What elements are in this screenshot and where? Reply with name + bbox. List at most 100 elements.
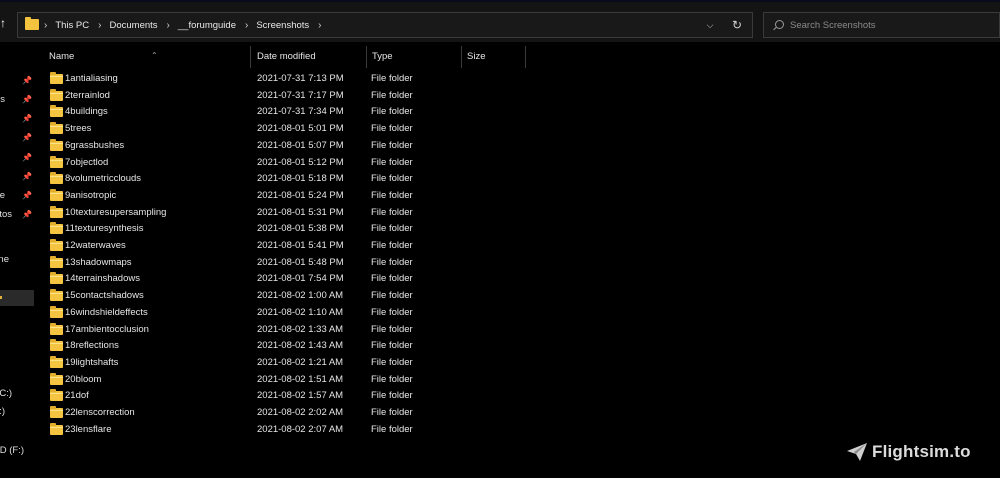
file-name: 19lightshafts [65, 356, 119, 368]
column-header-date[interactable]: Date modified [251, 46, 366, 68]
nav-item-label: ID (F:) [0, 445, 24, 456]
file-row[interactable]: 23lensflare 2021-08-02 2:07 AM File folder [36, 422, 1000, 439]
nav-item-5[interactable]: 📌 [0, 150, 34, 166]
file-date-modified: 2021-08-02 1:43 AM [257, 340, 344, 352]
file-row[interactable]: 1antialiasing 2021-07-31 7:13 PM File fold… [36, 71, 1000, 88]
file-name: 9anisotropic [65, 189, 117, 201]
breadcrumb-documents[interactable]: Documents [109, 20, 157, 31]
column-header-type[interactable]: Type [366, 46, 461, 68]
folder-icon [50, 305, 63, 318]
file-row[interactable]: 22lenscorrection 2021-08-02 2:02 AM File f… [36, 405, 1000, 422]
column-header-label: Size [467, 51, 486, 62]
file-date-modified: 2021-07-31 7:13 PM [257, 73, 344, 84]
file-name: 5trees [65, 123, 92, 135]
folder-icon [50, 205, 63, 218]
file-type: File folder [371, 106, 413, 118]
file-type: File folder [371, 306, 413, 318]
nav-item-drive-d[interactable]: :) [0, 404, 34, 420]
navigation-pane: 📌 s📌 📌 📌 📌 📌 e📌 tos📌 ne C:) :) ID (F:) [0, 42, 36, 478]
nav-item-onedrive[interactable]: ne [0, 252, 34, 268]
file-row[interactable]: 21dof 2021-08-02 1:57 AM File folder [36, 388, 1000, 405]
file-name: 13shadowmaps [65, 256, 132, 268]
pin-icon: 📌 [22, 191, 32, 200]
chevron-down-icon[interactable]: ⌵ [704, 18, 716, 32]
chevron-right-icon[interactable]: › [44, 20, 47, 31]
pin-icon: 📌 [22, 172, 32, 181]
chevron-right-icon[interactable]: › [167, 20, 170, 31]
nav-item-label: tos [0, 209, 12, 220]
chevron-right-icon[interactable]: › [245, 20, 248, 31]
breadcrumb-this-pc[interactable]: This PC [55, 20, 89, 31]
file-row[interactable]: 11texturesynthesis 2021-08-01 5:38 PM File… [36, 221, 1000, 238]
file-row[interactable]: 7objectlod 2021-08-01 5:12 PM File folder [36, 155, 1000, 172]
file-row[interactable]: 6grassbushes 2021-08-01 5:07 PM File folde… [36, 138, 1000, 155]
file-row[interactable]: 16windshieldeffects 2021-08-02 1:10 AM Fil… [36, 305, 1000, 322]
file-date-modified: 2021-08-02 1:00 AM [257, 290, 344, 302]
nav-item-drive-c[interactable]: C:) [0, 386, 34, 402]
file-date-modified: 2021-08-01 5:07 PM [257, 139, 344, 151]
sort-ascending-icon: ⌃ [151, 51, 158, 60]
file-row[interactable]: 12waterwaves 2021-08-01 5:41 PM File folde… [36, 238, 1000, 255]
file-name: 8volumetricclouds [65, 173, 142, 185]
chevron-right-icon[interactable]: › [318, 20, 321, 31]
file-row[interactable]: 14terrainshadows 2021-08-01 7:54 PM File f… [36, 271, 1000, 288]
file-type: File folder [371, 273, 413, 285]
file-name: 6grassbushes [65, 139, 125, 151]
folder-icon [50, 222, 63, 235]
flightsim-watermark: Flightsim.to [846, 441, 971, 463]
nav-item-this-pc[interactable] [0, 290, 34, 306]
file-date-modified: 2021-08-01 7:54 PM [257, 273, 344, 285]
file-type: File folder [371, 123, 413, 135]
file-date-modified: 2021-08-02 1:51 AM [257, 373, 344, 385]
refresh-icon[interactable]: ↻ [730, 17, 744, 33]
file-date-modified: 2021-08-01 5:18 PM [257, 173, 344, 185]
column-header-row: Name ⌃ Date modified Type Size [36, 42, 1000, 72]
file-type: File folder [371, 340, 413, 352]
file-row[interactable]: 20bloom 2021-08-02 1:51 AM File folder [36, 372, 1000, 389]
folder-icon [50, 339, 63, 352]
file-date-modified: 2021-08-01 5:31 PM [257, 206, 344, 218]
nav-item-3[interactable]: 📌 [0, 111, 34, 127]
file-row[interactable]: 5trees 2021-08-01 5:01 PM File folder [36, 121, 1000, 138]
file-row[interactable]: 19lightshafts 2021-08-02 1:21 AM File fold… [36, 355, 1000, 372]
selection-marker [0, 296, 2, 299]
file-type: File folder [371, 373, 413, 385]
file-name: 12waterwaves [65, 240, 126, 251]
file-date-modified: 2021-08-02 1:21 AM [257, 356, 344, 368]
file-date-modified: 2021-08-01 5:48 PM [257, 256, 344, 268]
search-input[interactable] [790, 16, 990, 34]
pin-icon: 📌 [22, 95, 32, 104]
nav-item-drive-f[interactable]: ID (F:) [0, 443, 34, 459]
file-row[interactable]: 17ambientocclusion 2021-08-02 1:33 AM File… [36, 322, 1000, 339]
file-type: File folder [371, 139, 413, 151]
column-divider[interactable] [525, 46, 526, 68]
file-row[interactable]: 9anisotropic 2021-08-01 5:24 PM File folde… [36, 188, 1000, 205]
nav-item-6[interactable]: 📌 [0, 169, 34, 185]
up-arrow-icon[interactable]: ↑ [0, 17, 10, 29]
nav-item-8[interactable]: tos 📌 [0, 207, 34, 223]
file-name: 10texturesupersampling [65, 206, 167, 218]
file-row[interactable]: 2terrainlod 2021-07-31 7:17 PM File folder [36, 88, 1000, 105]
file-type: File folder [371, 240, 413, 251]
pin-icon: 📌 [22, 76, 32, 85]
column-header-size[interactable]: Size [461, 46, 525, 68]
nav-item-1[interactable]: 📌 [0, 73, 34, 89]
file-row[interactable]: 8volumetricclouds 2021-08-01 5:18 PM File … [36, 171, 1000, 188]
file-row[interactable]: 4buildings 2021-07-31 7:34 PM File folder [36, 104, 1000, 121]
file-row[interactable]: 13shadowmaps 2021-08-01 5:48 PM File folde… [36, 255, 1000, 272]
breadcrumb-screenshots[interactable]: Screenshots [256, 20, 309, 31]
nav-item-4[interactable]: 📌 [0, 130, 34, 146]
file-row[interactable]: 15contactshadows 2021-08-02 1:00 AM File f… [36, 288, 1000, 305]
column-header-label: Date modified [257, 51, 316, 62]
address-bar[interactable]: › This PC › Documents › __forumguide › S… [17, 12, 753, 38]
file-row[interactable]: 18reflections 2021-08-02 1:43 AM File fold… [36, 338, 1000, 355]
paper-plane-icon [847, 443, 867, 461]
file-row[interactable]: 10texturesupersampling 2021-08-01 5:31 PM… [36, 205, 1000, 222]
chevron-right-icon[interactable]: › [98, 20, 101, 31]
nav-item-7[interactable]: e 📌 [0, 188, 34, 204]
breadcrumb-forumguide[interactable]: __forumguide [178, 20, 236, 31]
search-box[interactable] [763, 12, 1000, 38]
column-header-name[interactable]: Name ⌃ [43, 46, 249, 68]
file-name: 11texturesynthesis [65, 223, 144, 235]
nav-item-2[interactable]: s 📌 [0, 92, 34, 108]
